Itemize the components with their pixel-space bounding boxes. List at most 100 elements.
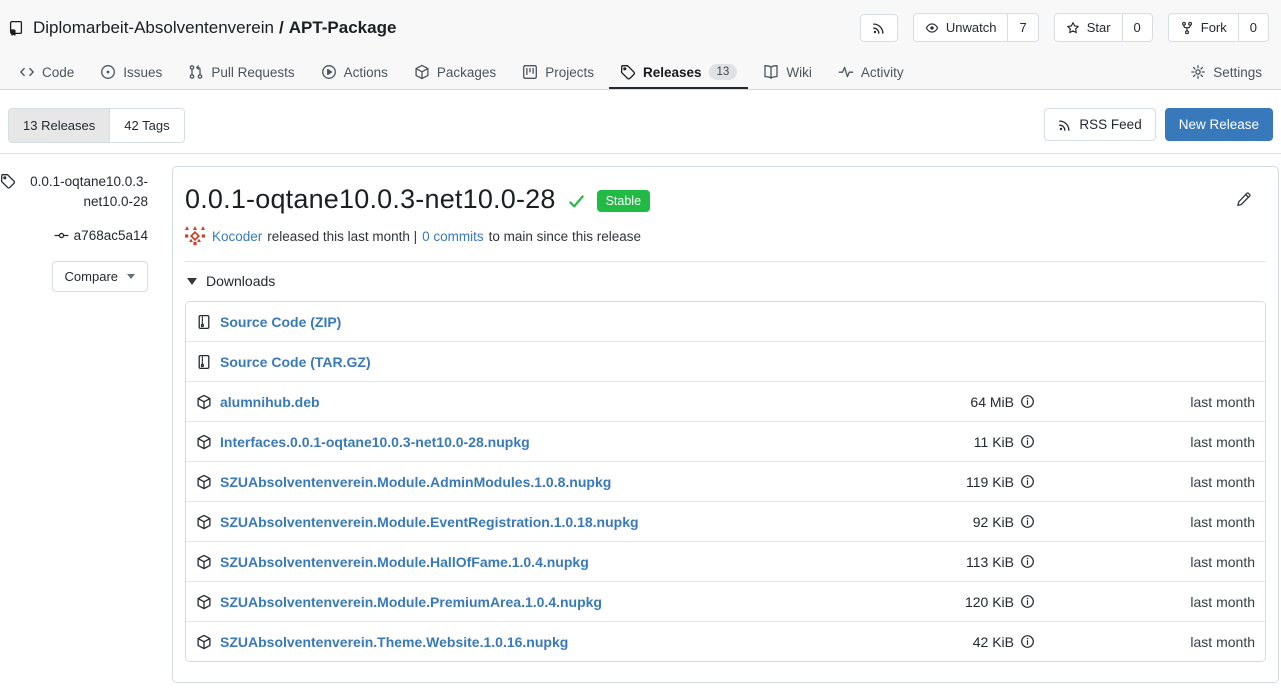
rss-feed-button[interactable]: RSS Feed: [1044, 108, 1155, 141]
asset-link[interactable]: SZUAbsolventenverein.Module.AdminModules…: [220, 474, 611, 490]
unwatch-button[interactable]: Unwatch: [914, 14, 1008, 41]
downloads-label: Downloads: [206, 273, 275, 289]
pencil-icon: [1235, 191, 1252, 208]
tab-label: Releases: [643, 65, 702, 80]
asset-size-value: 64 MiB: [970, 394, 1014, 410]
info-icon[interactable]: [1020, 474, 1035, 489]
info-icon[interactable]: [1020, 594, 1035, 609]
tab-wiki[interactable]: Wiki: [752, 55, 823, 89]
filter-releases[interactable]: 13 Releases: [9, 109, 109, 142]
tab-actions[interactable]: Actions: [310, 55, 399, 89]
repo-tabs: CodeIssuesPull RequestsActionsPackages Pr…: [0, 55, 1281, 89]
info-icon[interactable]: [1020, 634, 1035, 649]
info-icon[interactable]: [1020, 554, 1035, 569]
tab-badge: 13: [709, 64, 738, 80]
downloads-toggle[interactable]: Downloads: [185, 273, 1266, 289]
tab-projects[interactable]: Projects: [511, 55, 605, 89]
asset-name-cell: Source Code (ZIP): [196, 314, 805, 330]
asset-link[interactable]: SZUAbsolventenverein.Module.PremiumArea.…: [220, 594, 602, 610]
tab-code[interactable]: Code: [8, 55, 85, 89]
asset-row: alumnihub.deb64 MiBlast month: [186, 381, 1265, 421]
package-icon: [196, 434, 212, 450]
project-icon: [522, 64, 538, 80]
asset-link[interactable]: Interfaces.0.0.1-oqtane10.0.3-net10.0-28…: [220, 434, 530, 450]
star-icon: [1066, 21, 1080, 35]
new-release-button[interactable]: New Release: [1165, 108, 1273, 141]
package-icon: [196, 594, 212, 610]
repo-actions: Unwatch 7 Star 0 Fork 0: [860, 13, 1269, 42]
asset-name-cell: alumnihub.deb: [196, 394, 805, 410]
info-icon[interactable]: [1020, 514, 1035, 529]
releases-tags-switch: 13 Releases 42 Tags: [8, 108, 185, 143]
asset-date: last month: [1035, 634, 1255, 650]
unwatch-label: Unwatch: [946, 20, 997, 35]
repo-header: Diplomarbeit-Absolventenverein / APT-Pac…: [0, 0, 1281, 90]
fork-label: Fork: [1201, 20, 1227, 35]
star-label: Star: [1087, 20, 1111, 35]
author-link[interactable]: Kocoder: [212, 229, 262, 244]
repo-owner-link[interactable]: Diplomarbeit-Absolventenverein: [33, 18, 274, 38]
asset-date: last month: [1035, 554, 1255, 570]
asset-name-cell: SZUAbsolventenverein.Module.PremiumArea.…: [196, 594, 805, 610]
downloads-table: Source Code (ZIP) Source Code (TAR.GZ) alu…: [185, 301, 1266, 662]
star-button-group: Star 0: [1054, 13, 1153, 42]
tab-issues[interactable]: Issues: [89, 55, 173, 89]
filter-tags[interactable]: 42 Tags: [109, 109, 183, 142]
asset-link[interactable]: alumnihub.deb: [220, 394, 320, 410]
package-icon: [414, 64, 430, 80]
asset-size-value: 120 KiB: [965, 594, 1014, 610]
edit-release-button[interactable]: [1231, 187, 1256, 212]
asset-name-cell: Source Code (TAR.GZ): [196, 354, 805, 370]
navbar: Diplomarbeit-Absolventenverein / APT-Pac…: [0, 0, 1281, 55]
asset-size: 113 KiB: [805, 554, 1035, 570]
rss-button[interactable]: [860, 14, 898, 42]
package-icon: [196, 634, 212, 650]
asset-size: 92 KiB: [805, 514, 1035, 530]
fork-icon: [1180, 21, 1194, 35]
tag-icon: [620, 64, 636, 80]
info-icon[interactable]: [1020, 394, 1035, 409]
watchers-count[interactable]: 7: [1007, 14, 1037, 41]
asset-link[interactable]: Source Code (TAR.GZ): [220, 354, 371, 370]
asset-link[interactable]: Source Code (ZIP): [220, 314, 341, 330]
repo-name-link[interactable]: APT-Package: [289, 18, 397, 38]
toolbar-actions: RSS Feed New Release: [1044, 108, 1273, 141]
asset-date: last month: [1035, 474, 1255, 490]
tab-activity[interactable]: Activity: [827, 55, 915, 89]
asset-row: Source Code (TAR.GZ): [186, 341, 1265, 381]
asset-size: 120 KiB: [805, 594, 1035, 610]
asset-size: 42 KiB: [805, 634, 1035, 650]
asset-date: last month: [1035, 434, 1255, 450]
tab-label: Wiki: [786, 65, 812, 80]
book-icon: [763, 64, 779, 80]
tab-pull-requests[interactable]: Pull Requests: [177, 55, 305, 89]
triangle-down-icon: [187, 278, 197, 285]
byline-suffix: to main since this release: [489, 229, 641, 244]
asset-size: 11 KiB: [805, 434, 1035, 450]
commits-count-link[interactable]: 0 commits: [422, 229, 484, 244]
asset-link[interactable]: SZUAbsolventenverein.Module.HallOfFame.1…: [220, 554, 589, 570]
asset-link[interactable]: SZUAbsolventenverein.Module.EventRegistr…: [220, 514, 639, 530]
stars-count[interactable]: 0: [1122, 14, 1152, 41]
tag-row: 0.0.1-oqtane10.0.3-net10.0-28: [0, 172, 148, 212]
actions-icon: [321, 64, 337, 80]
star-button[interactable]: Star: [1055, 14, 1122, 41]
asset-name-cell: SZUAbsolventenverein.Module.EventRegistr…: [196, 514, 805, 530]
compare-button[interactable]: Compare: [52, 261, 148, 292]
asset-size: 119 KiB: [805, 474, 1035, 490]
forks-count[interactable]: 0: [1238, 14, 1268, 41]
info-icon[interactable]: [1020, 434, 1035, 449]
activity-icon: [838, 64, 854, 80]
gear-icon: [1190, 64, 1206, 80]
asset-size-value: 92 KiB: [973, 514, 1014, 530]
tab-label: Projects: [545, 65, 594, 80]
tab-packages[interactable]: Packages: [403, 55, 507, 89]
rss-icon: [872, 21, 886, 35]
stability-badge: Stable: [597, 190, 650, 212]
tab-releases[interactable]: Releases 13: [609, 55, 748, 89]
commit-sha-link[interactable]: a768ac5a14: [74, 228, 148, 243]
asset-link[interactable]: SZUAbsolventenverein.Theme.Website.1.0.1…: [220, 634, 568, 650]
tab-settings[interactable]: Settings: [1179, 55, 1273, 89]
asset-size-value: 119 KiB: [966, 474, 1014, 490]
fork-button[interactable]: Fork: [1169, 14, 1238, 41]
